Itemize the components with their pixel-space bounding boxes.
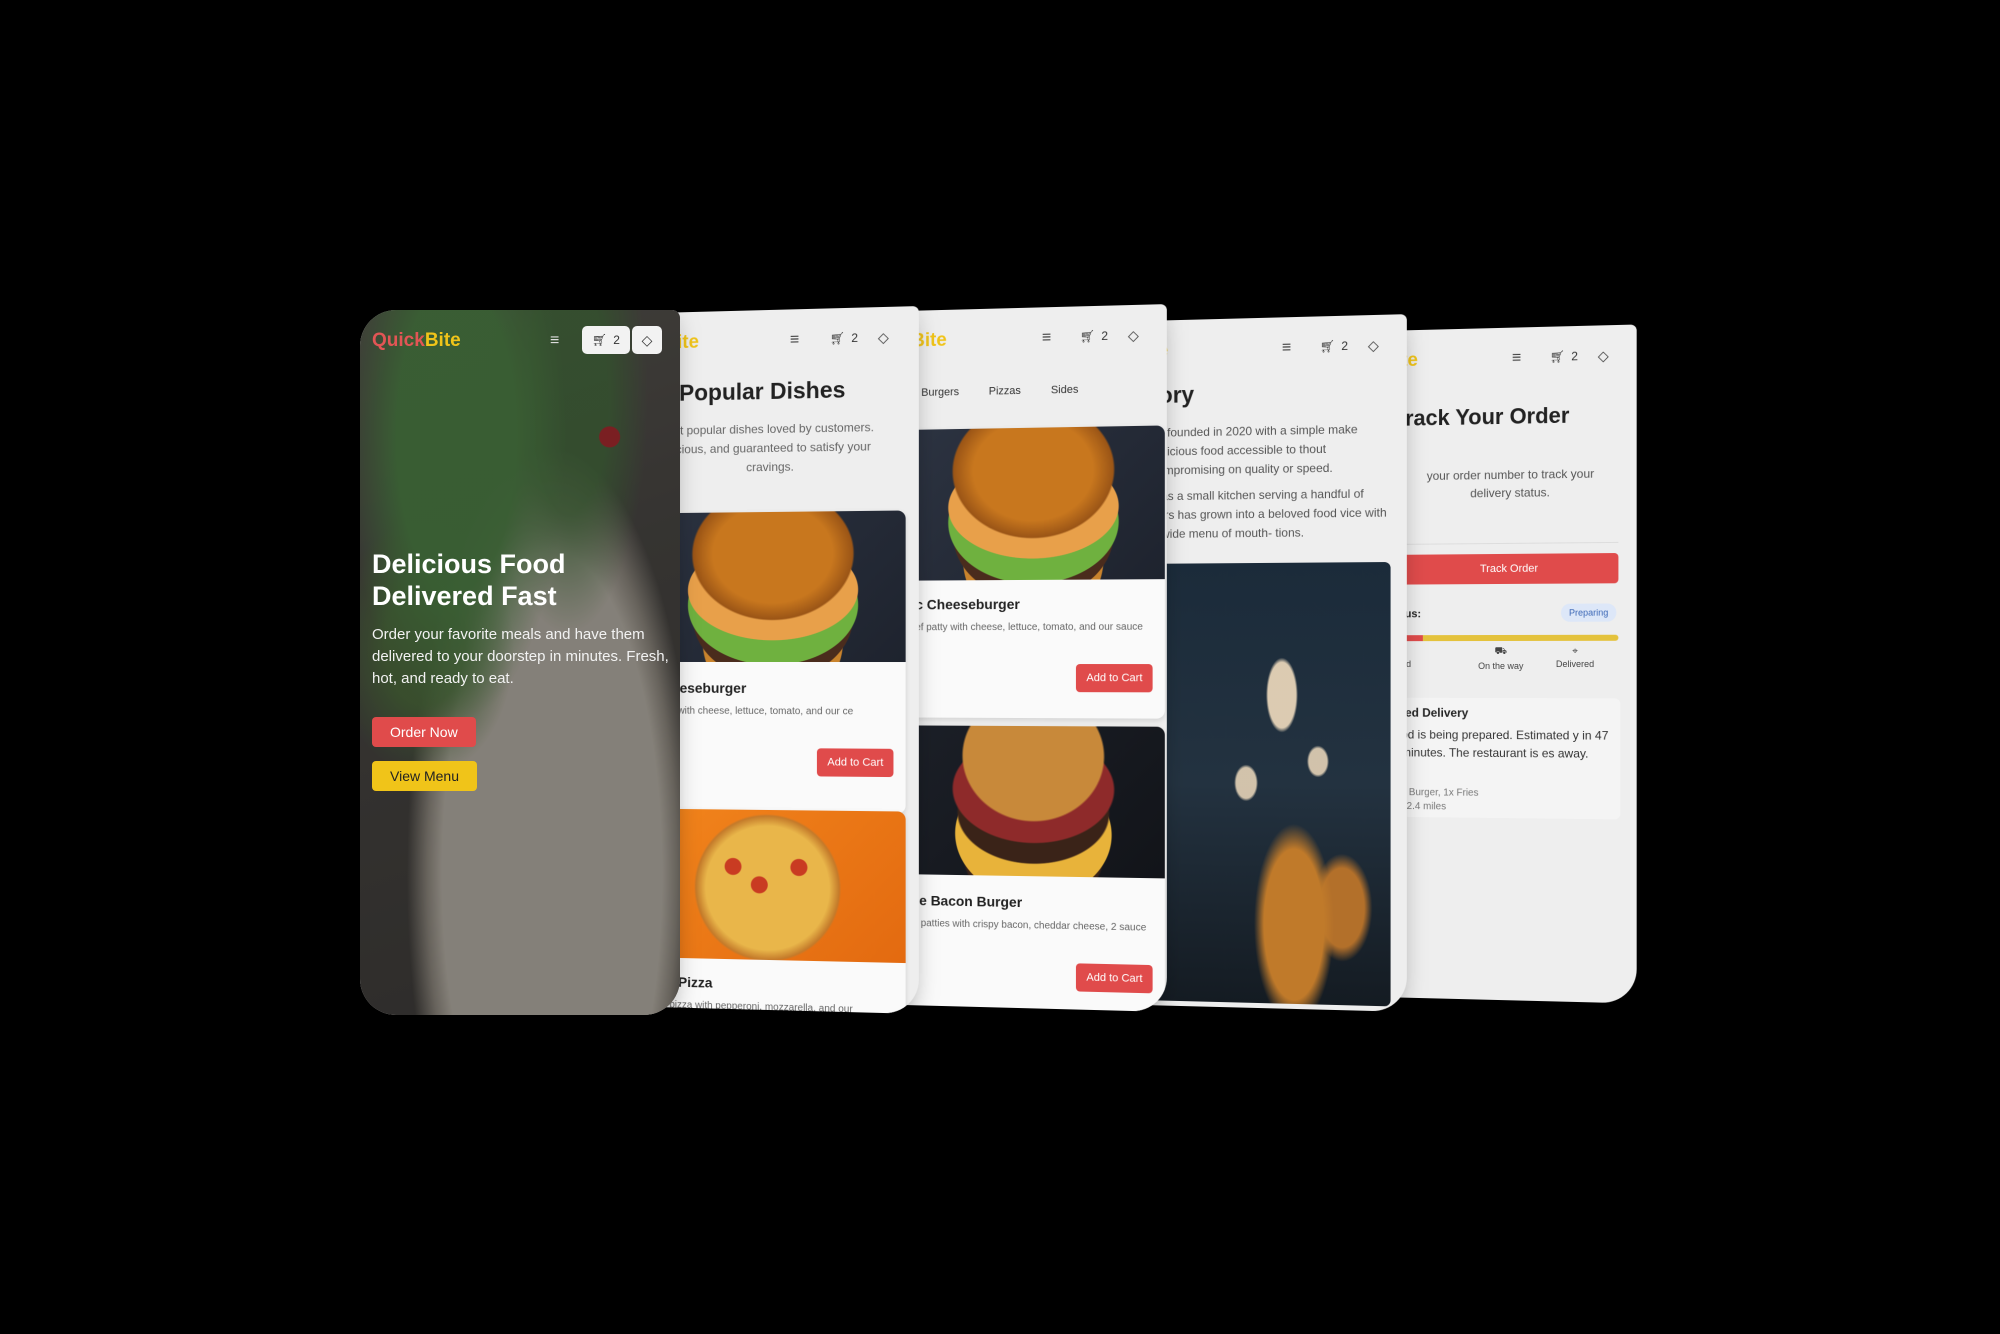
section-description: ost popular dishes loved by customers. l… xyxy=(667,420,874,475)
estimated-delivery-card: ted Delivery od is being prepared. Estim… xyxy=(1401,697,1621,820)
cart-button[interactable]: 🛒︎ 2 xyxy=(582,326,630,354)
truck-icon: ⛟ xyxy=(1494,645,1508,658)
cart-count: 2 xyxy=(613,333,620,347)
progress-bar xyxy=(1401,634,1619,642)
menu-item-card: le Bacon Burger f patties with crispy ba… xyxy=(903,725,1165,1012)
header: QuickBite ≡ 🛒︎ 2 ◇ xyxy=(360,310,680,368)
cart-button[interactable]: 🛒︎ 2 xyxy=(820,324,868,353)
restaurant-image xyxy=(1151,562,1391,1007)
page-title: rack Your Order xyxy=(1405,402,1570,431)
story-paragraph: d as a small kitchen serving a handful o… xyxy=(1151,486,1387,541)
hamburger-icon[interactable]: ≡ xyxy=(1512,349,1521,367)
screen: QuickBite ≡ 🛒︎ 2 ◇ Delicious Food Deliver… xyxy=(360,310,680,1015)
theme-toggle-icon[interactable]: ◇ xyxy=(1358,331,1388,360)
cart-button[interactable]: 🛒︎ 2 xyxy=(1310,332,1358,361)
cart-count: 2 xyxy=(1341,338,1349,354)
track-order-button[interactable]: Track Order xyxy=(1401,553,1619,585)
phone-hero: QuickBite ≡ 🛒︎ 2 ◇ Delicious Food Deliver… xyxy=(360,310,680,1015)
dish-image xyxy=(903,425,1165,581)
hamburger-icon[interactable]: ≡ xyxy=(790,331,799,349)
story-paragraph: as founded in 2020 with a simple make de… xyxy=(1151,422,1358,478)
theme-toggle-icon[interactable]: ◇ xyxy=(868,323,898,352)
hamburger-icon[interactable]: ≡ xyxy=(550,332,559,350)
theme-toggle-icon[interactable]: ◇ xyxy=(632,326,662,354)
dish-description: patty with cheese, lettuce, tomato, and … xyxy=(653,705,854,718)
hamburger-icon[interactable]: ≡ xyxy=(1282,339,1291,357)
menu-item-card: c Cheeseburger ef patty with cheese, let… xyxy=(903,425,1165,719)
dish-name: c Cheeseburger xyxy=(915,595,1020,613)
cart-count: 2 xyxy=(1101,328,1109,344)
hero-title: Delicious Food Delivered Fast xyxy=(372,549,566,611)
order-number-input[interactable] xyxy=(1401,514,1619,545)
logo[interactable]: ite xyxy=(677,332,699,354)
dish-card: oni Pizza nal pizza with pepperoni, mozz… xyxy=(641,808,906,1014)
step-delivered: ⌖ Delivered xyxy=(1555,645,1595,670)
order-distance: : 2.4 miles xyxy=(1401,800,1447,813)
tab-sides[interactable]: Sides xyxy=(1041,377,1089,404)
dish-description: f patties with crispy bacon, cheddar che… xyxy=(915,917,1147,934)
cart-count: 2 xyxy=(851,330,859,346)
cart-count: 2 xyxy=(1571,349,1578,364)
hamburger-icon[interactable]: ≡ xyxy=(1042,329,1051,347)
dish-card: Cheeseburger patty with cheese, lettuce,… xyxy=(641,510,906,814)
cart-icon: 🛒︎ xyxy=(829,331,846,346)
add-to-cart-button[interactable]: Add to Cart xyxy=(1076,963,1153,994)
add-to-cart-button[interactable]: Add to Cart xyxy=(1076,664,1153,693)
map-pin-icon: ⌖ xyxy=(1572,645,1578,657)
progress-fill xyxy=(1401,634,1619,642)
dish-image xyxy=(641,808,906,964)
tab-burgers[interactable]: Burgers xyxy=(911,379,969,406)
order-now-button[interactable]: Order Now xyxy=(372,717,476,747)
tab-pizzas[interactable]: Pizzas xyxy=(979,378,1031,405)
cart-button[interactable]: 🛒︎ 2 xyxy=(1540,342,1588,371)
cart-icon: 🛒︎ xyxy=(1549,349,1566,364)
dish-description: nal pizza with pepperoni, mozzarella, an… xyxy=(653,999,853,1014)
category-tabs: Burgers Pizzas Sides xyxy=(911,377,1088,407)
order-items: x Burger, 1x Fries xyxy=(1401,787,1479,799)
view-menu-button[interactable]: View Menu xyxy=(372,761,478,791)
estimate-title: ted Delivery xyxy=(1401,705,1469,720)
section-title: Popular Dishes xyxy=(679,376,846,406)
theme-toggle-icon[interactable]: ◇ xyxy=(1588,341,1618,370)
logo[interactable]: QuickBite xyxy=(372,330,461,352)
status-badge: Preparing xyxy=(1560,603,1617,622)
dish-description: ef patty with cheese, lettuce, tomato, a… xyxy=(915,621,1143,634)
cart-icon: 🛒︎ xyxy=(592,333,608,347)
cart-button[interactable]: 🛒︎ 2 xyxy=(1070,321,1118,350)
add-to-cart-button[interactable]: Add to Cart xyxy=(817,748,894,778)
dish-image xyxy=(641,510,906,663)
page-description: your order number to track your delivery… xyxy=(1426,466,1595,501)
dish-name: le Bacon Burger xyxy=(915,892,1023,911)
step-on-the-way: ⛟ On the way xyxy=(1478,645,1524,672)
mockup-stage: te ≡ 🛒︎ 2 ◇ rack Your Order your order nu… xyxy=(0,0,2000,1334)
estimate-text: od is being prepared. Estimated y in 47 … xyxy=(1401,727,1609,761)
theme-toggle-icon[interactable]: ◇ xyxy=(1118,321,1148,350)
dish-image xyxy=(903,725,1165,879)
cart-icon: 🛒︎ xyxy=(1319,339,1336,354)
cart-icon: 🛒︎ xyxy=(1079,329,1096,344)
hero-subtitle: Order your favorite meals and have them … xyxy=(372,626,669,687)
